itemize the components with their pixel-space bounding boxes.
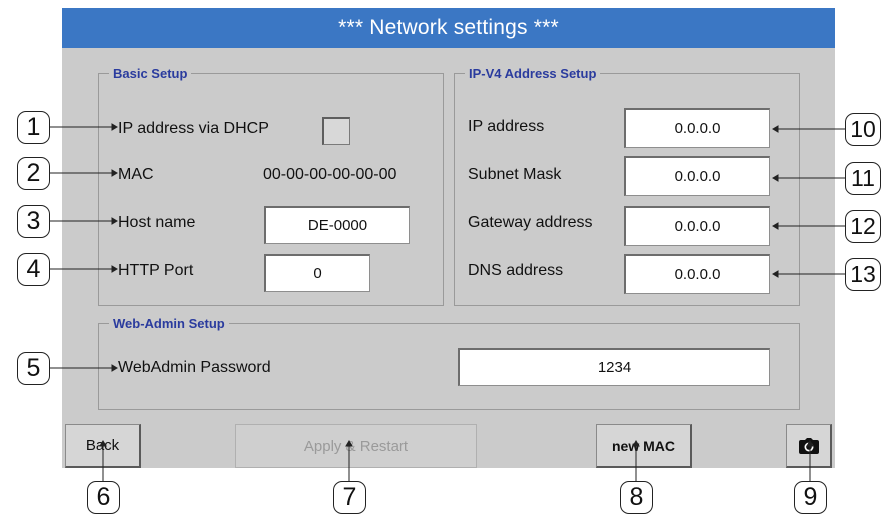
dhcp-label: IP address via DHCP xyxy=(118,120,269,137)
callout-10: 10 xyxy=(845,113,881,146)
ip-address-field[interactable]: 0.0.0.0 xyxy=(624,108,770,148)
http-port-field[interactable]: 0 xyxy=(264,254,370,292)
subnet-mask-field[interactable]: 0.0.0.0 xyxy=(624,156,770,196)
apply-restart-button[interactable]: Apply & Restart xyxy=(235,424,477,468)
host-name-label: Host name xyxy=(118,214,196,231)
callout-8: 8 xyxy=(620,481,653,514)
basic-setup-legend: Basic Setup xyxy=(113,66,188,81)
mac-value: 00-00-00-00-00-00 xyxy=(263,166,397,183)
callout-12: 12 xyxy=(845,210,881,243)
gateway-address-field[interactable]: 0.0.0.0 xyxy=(624,206,770,246)
callout-13: 13 xyxy=(845,258,881,291)
webadmin-password-field[interactable]: 1234 xyxy=(458,348,770,386)
gateway-address-label: Gateway address xyxy=(468,214,593,231)
host-name-field[interactable]: DE-0000 xyxy=(264,206,410,244)
subnet-mask-label: Subnet Mask xyxy=(468,166,562,183)
callout-3: 3 xyxy=(17,205,50,238)
callout-9: 9 xyxy=(794,481,827,514)
callout-2: 2 xyxy=(17,157,50,190)
callout-1: 1 xyxy=(17,111,50,144)
callout-7: 7 xyxy=(333,481,366,514)
callout-4: 4 xyxy=(17,253,50,286)
dns-address-label: DNS address xyxy=(468,262,564,279)
mac-label: MAC xyxy=(118,166,154,183)
back-button[interactable]: Back xyxy=(65,424,141,468)
new-mac-button[interactable]: new MAC xyxy=(596,424,692,468)
callout-6: 6 xyxy=(87,481,120,514)
ipv4-setup-legend: IP-V4 Address Setup xyxy=(469,66,597,81)
http-port-label: HTTP Port xyxy=(118,262,194,279)
callout-5: 5 xyxy=(17,352,50,385)
ip-address-label: IP address xyxy=(468,118,545,135)
window-title: *** Network settings *** xyxy=(62,8,835,48)
webadmin-password-label: WebAdmin Password xyxy=(118,359,271,376)
dhcp-checkbox[interactable] xyxy=(322,117,350,145)
dns-address-field[interactable]: 0.0.0.0 xyxy=(624,254,770,294)
callout-11: 11 xyxy=(845,162,881,195)
camera-icon xyxy=(798,437,819,454)
screenshot-button[interactable] xyxy=(786,424,832,468)
webadmin-setup-legend: Web-Admin Setup xyxy=(113,316,225,331)
